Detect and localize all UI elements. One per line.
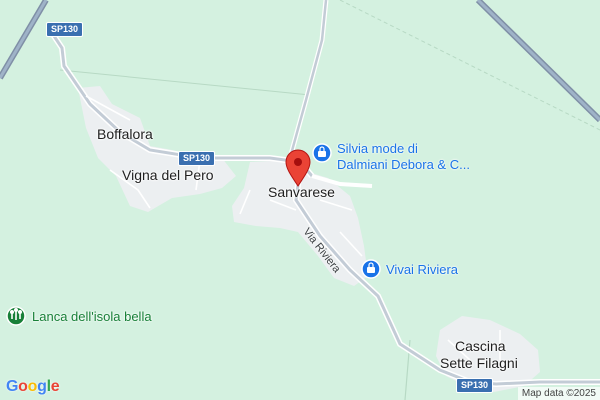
- map-attribution[interactable]: Map data ©2025: [517, 387, 600, 400]
- place-label-sette-filagni[interactable]: Sette Filagni: [440, 355, 518, 371]
- shopping-bag-icon[interactable]: [361, 259, 381, 279]
- poi-label-line2: Dalmiani Debora & C...: [337, 157, 470, 172]
- place-label-cascina[interactable]: Cascina: [455, 338, 506, 354]
- shopping-bag-icon[interactable]: [312, 143, 332, 163]
- map-canvas[interactable]: [0, 0, 600, 400]
- place-label-vigna-del-pero[interactable]: Vigna del Pero: [122, 167, 214, 183]
- place-label-sanvarese[interactable]: Sanvarese: [268, 184, 335, 200]
- park-icon[interactable]: [6, 306, 26, 326]
- road-shield-sp130: SP130: [456, 378, 494, 393]
- place-label-boffalora[interactable]: Boffalora: [97, 126, 153, 142]
- poi-label-line1: Silvia mode di: [337, 141, 418, 156]
- google-logo: Google: [6, 378, 60, 395]
- road-shield-sp130: SP130: [178, 151, 216, 166]
- poi-label-silvia-mode[interactable]: Silvia mode di Dalmiani Debora & C...: [337, 141, 470, 173]
- road-shield-sp130: SP130: [46, 22, 84, 37]
- poi-label-lanca[interactable]: Lanca dell'isola bella: [32, 309, 152, 324]
- poi-label-vivai-riviera[interactable]: Vivai Riviera: [386, 262, 458, 278]
